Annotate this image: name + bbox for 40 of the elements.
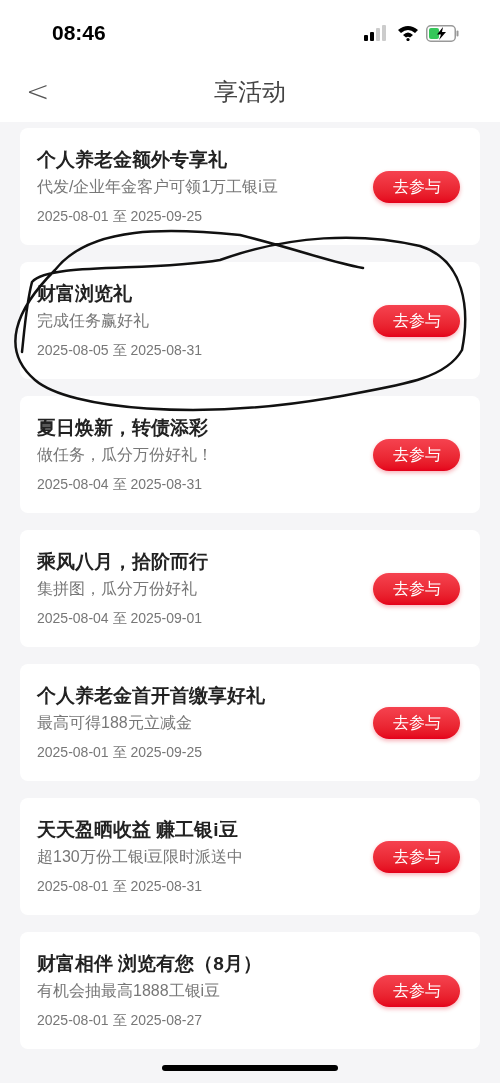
join-button[interactable]: 去参与	[373, 840, 460, 873]
activity-dates: 2025-08-01 至 2025-08-27	[37, 1011, 203, 1030]
activity-dates: 2025-08-01 至 2025-08-31	[37, 877, 203, 896]
join-button[interactable]: 去参与	[373, 974, 460, 1007]
activity-description: 最高可得188元立减金	[37, 713, 193, 733]
activity-dates: 2025-08-05 至 2025-08-31	[37, 341, 203, 360]
activity-dates: 2025-08-04 至 2025-09-01	[37, 609, 203, 628]
activity-card[interactable]: 个人养老金额外专享礼 代发/企业年金客户可领1万工银i豆 2025-08-01 至 2025-09-25 去参与	[20, 128, 480, 245]
join-button[interactable]: 去参与	[373, 438, 460, 471]
activity-card[interactable]: 天天盈晒收益 赚工银i豆 超130万份工银i豆限时派送中 2025-08-01 至 2025-08-31 去参与	[20, 798, 480, 915]
activity-title: 财富浏览礼	[37, 282, 133, 306]
status-time: 08:46	[52, 20, 106, 47]
activity-description: 代发/企业年金客户可领1万工银i豆	[37, 177, 279, 197]
join-button[interactable]: 去参与	[373, 170, 460, 203]
activity-dates: 2025-08-04 至 2025-08-31	[37, 475, 203, 494]
activity-description: 做任务，瓜分万份好礼！	[37, 445, 214, 465]
activity-title: 天天盈晒收益 赚工银i豆	[37, 818, 239, 842]
battery-charging-icon	[426, 24, 460, 42]
activity-description: 完成任务赢好礼	[37, 311, 150, 331]
activity-dates: 2025-08-01 至 2025-09-25	[37, 743, 203, 762]
wifi-icon	[397, 25, 419, 41]
join-button[interactable]: 去参与	[373, 304, 460, 337]
activity-title: 乘风八月，拾阶而行	[37, 550, 209, 574]
back-button[interactable]: <	[26, 78, 50, 106]
activity-card[interactable]: 个人养老金首开首缴享好礼 最高可得188元立减金 2025-08-01 至 2025-09-25 去参与	[20, 664, 480, 781]
activity-title: 夏日焕新，转债添彩	[37, 416, 209, 440]
activity-card[interactable]: 财富浏览礼 完成任务赢好礼 2025-08-05 至 2025-08-31 去参与	[20, 262, 480, 379]
page-title: 享活动	[214, 77, 286, 107]
activity-title: 个人养老金首开首缴享好礼	[37, 684, 266, 708]
activity-description: 有机会抽最高1888工银i豆	[37, 981, 222, 1001]
activity-card[interactable]: 乘风八月，拾阶而行 集拼图，瓜分万份好礼 2025-08-04 至 2025-09-01 去参与	[20, 530, 480, 647]
join-button[interactable]: 去参与	[373, 706, 460, 739]
activity-description: 超130万份工银i豆限时派送中	[37, 847, 245, 867]
activity-dates: 2025-08-01 至 2025-09-25	[37, 207, 203, 226]
activity-card[interactable]: 财富相伴 浏览有您（8月） 有机会抽最高1888工银i豆 2025-08-01 至 2025-08-27 去参与	[20, 932, 480, 1049]
activity-title: 个人养老金额外专享礼	[37, 148, 228, 172]
join-button[interactable]: 去参与	[373, 572, 460, 605]
activity-title: 财富相伴 浏览有您（8月）	[37, 952, 263, 976]
activity-card[interactable]: 夏日焕新，转债添彩 做任务，瓜分万份好礼！ 2025-08-04 至 2025-08-31 去参与	[20, 396, 480, 513]
activity-description: 集拼图，瓜分万份好礼	[37, 579, 198, 599]
